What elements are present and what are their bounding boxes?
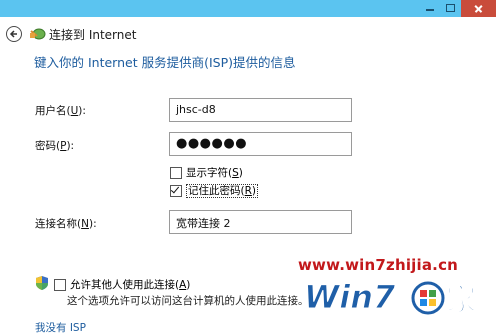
username-label: 用户名(U): [35,105,86,117]
page-instruction: 键入你的 Internet 服务提供商(ISP)提供的信息 [34,55,296,70]
maximize-button[interactable] [441,0,461,17]
uac-shield-icon [36,276,48,290]
logo-text: Win7 [304,278,396,316]
close-button[interactable] [461,0,496,17]
minimize-button[interactable] [419,0,441,17]
no-isp-link[interactable]: 我没有 ISP [35,320,86,335]
password-label: 密码(P): [35,140,75,152]
allow-others-option[interactable]: 允许其他人使用此连接(A) [54,277,190,292]
win7-logo: Win7 家 [304,278,477,319]
connection-name-field[interactable]: 宽带连接 2 [169,210,352,234]
show-chars-option[interactable]: 显示字符(S) [170,165,243,180]
back-button[interactable] [6,26,22,42]
window-title: 连接到 Internet [49,28,137,42]
allow-others-checkbox[interactable] [54,279,66,291]
remember-password-checkbox[interactable] [170,185,182,197]
connection-name-label: 连接名称(N): [35,218,97,230]
network-connection-icon [30,28,46,40]
back-arrow-icon [9,30,17,38]
show-chars-checkbox[interactable] [170,167,182,179]
logo-char: 家 [446,283,476,318]
remember-password-label: 记住此密码(R) [186,184,259,198]
password-field[interactable]: ●●●●●● [169,132,352,156]
allow-others-description: 这个选项允许可以访问这台计算机的人使用此连接。 [67,295,309,307]
remember-password-option[interactable]: 记住此密码(R) [170,183,259,198]
username-field[interactable]: jhsc-d8 [169,98,352,122]
